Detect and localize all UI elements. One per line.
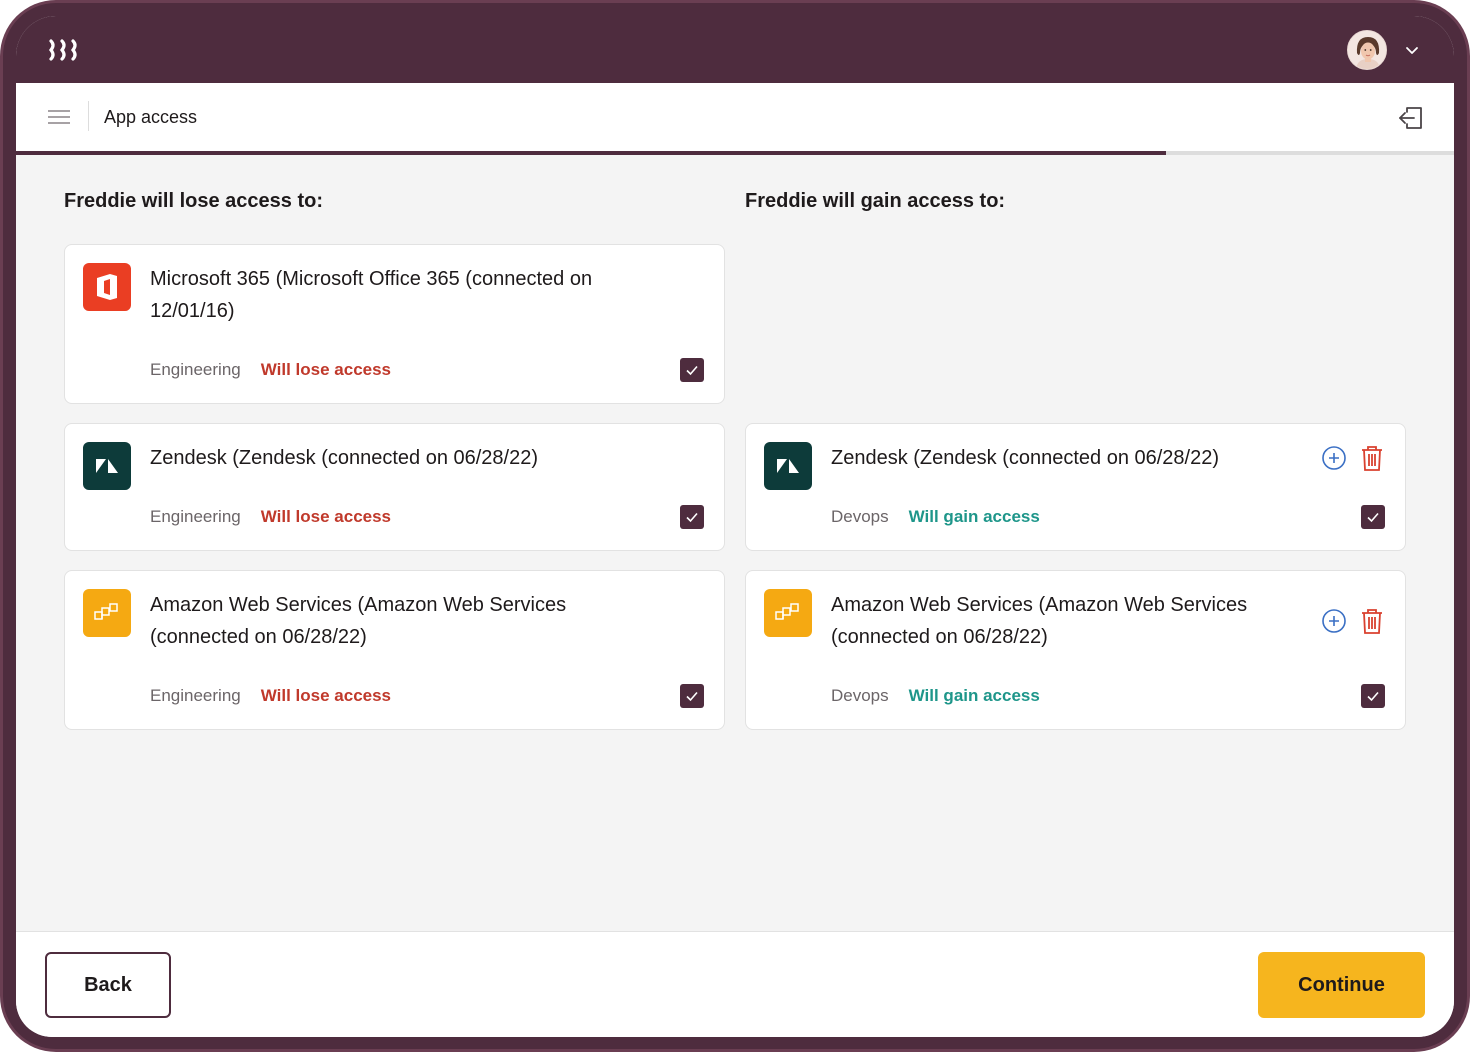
- add-circle-icon[interactable]: [1321, 608, 1347, 634]
- card-actions: [1321, 607, 1385, 635]
- sub-header: App access: [16, 83, 1454, 151]
- gain-column-heading: Freddie will gain access to:: [745, 190, 1006, 212]
- card-meta: Engineering Will lose access: [150, 505, 391, 529]
- lose-card-aws: Amazon Web Services (Amazon Web Services…: [64, 570, 725, 730]
- lose-card-zendesk: Zendesk (Zendesk (connected on 06/28/22)…: [64, 423, 725, 551]
- app-name: Amazon Web Services (Amazon Web Services…: [831, 594, 1248, 648]
- back-button[interactable]: Back: [45, 952, 171, 1018]
- department-label: Engineering: [150, 686, 241, 705]
- trash-icon[interactable]: [1359, 444, 1385, 472]
- app-name: Amazon Web Services (Amazon Web Services…: [150, 594, 567, 648]
- lose-column-heading: Freddie will lose access to:: [64, 190, 323, 212]
- continue-button[interactable]: Continue: [1258, 952, 1425, 1018]
- department-label: Engineering: [150, 360, 241, 379]
- app-name: Microsoft 365 (Microsoft Office 365 (con…: [150, 268, 593, 322]
- card-meta: Devops Will gain access: [831, 505, 1040, 529]
- department-label: Engineering: [150, 507, 241, 526]
- select-checkbox[interactable]: [1361, 505, 1385, 529]
- gain-card-aws: Amazon Web Services (Amazon Web Services…: [745, 570, 1406, 730]
- status-label: Will gain access: [908, 686, 1040, 705]
- aws-icon: [764, 589, 812, 637]
- lose-card-microsoft: Microsoft 365 (Microsoft Office 365 (con…: [64, 244, 725, 404]
- top-bar: [16, 16, 1454, 83]
- zendesk-icon: [764, 442, 812, 490]
- exit-icon[interactable]: [1398, 105, 1424, 131]
- department-label: Devops: [831, 507, 889, 526]
- select-checkbox[interactable]: [1361, 684, 1385, 708]
- hamburger-menu-icon[interactable]: [48, 107, 70, 127]
- progress-bar: [16, 151, 1454, 155]
- aws-icon: [83, 589, 131, 637]
- card-actions: [1321, 444, 1385, 472]
- status-label: Will lose access: [260, 360, 392, 379]
- chevron-down-icon[interactable]: [1404, 42, 1420, 58]
- card-meta: Engineering Will lose access: [150, 684, 391, 708]
- app-name: Zendesk (Zendesk (connected on 06/28/22): [831, 447, 1220, 469]
- rippling-logo-icon[interactable]: [48, 38, 82, 62]
- user-avatar[interactable]: [1347, 30, 1387, 70]
- page-title: App access: [104, 107, 198, 127]
- trash-icon[interactable]: [1359, 607, 1385, 635]
- status-label: Will lose access: [260, 686, 392, 705]
- zendesk-icon: [83, 442, 131, 490]
- add-circle-icon[interactable]: [1321, 445, 1347, 471]
- status-label: Will gain access: [908, 507, 1040, 526]
- gain-card-zendesk: Zendesk (Zendesk (connected on 06/28/22)…: [745, 423, 1406, 551]
- avatar-portrait-icon: [1348, 31, 1386, 69]
- checkmark-icon: [686, 365, 698, 376]
- select-checkbox[interactable]: [680, 358, 704, 382]
- status-label: Will lose access: [260, 507, 392, 526]
- checkmark-icon: [1367, 512, 1379, 523]
- app-screen: App access Freddie will lose access to: …: [16, 16, 1454, 1037]
- header-divider: [88, 101, 89, 131]
- device-frame: App access Freddie will lose access to: …: [0, 0, 1470, 1052]
- footer-bar: Back Continue: [16, 931, 1454, 1037]
- app-name: Zendesk (Zendesk (connected on 06/28/22): [150, 447, 539, 469]
- card-meta: Devops Will gain access: [831, 684, 1040, 708]
- card-meta: Engineering Will lose access: [150, 358, 391, 382]
- checkmark-icon: [686, 691, 698, 702]
- progress-fill: [16, 151, 1167, 155]
- checkmark-icon: [686, 512, 698, 523]
- select-checkbox[interactable]: [680, 505, 704, 529]
- checkmark-icon: [1367, 691, 1379, 702]
- microsoft-office-icon: [83, 263, 131, 311]
- department-label: Devops: [831, 686, 889, 705]
- select-checkbox[interactable]: [680, 684, 704, 708]
